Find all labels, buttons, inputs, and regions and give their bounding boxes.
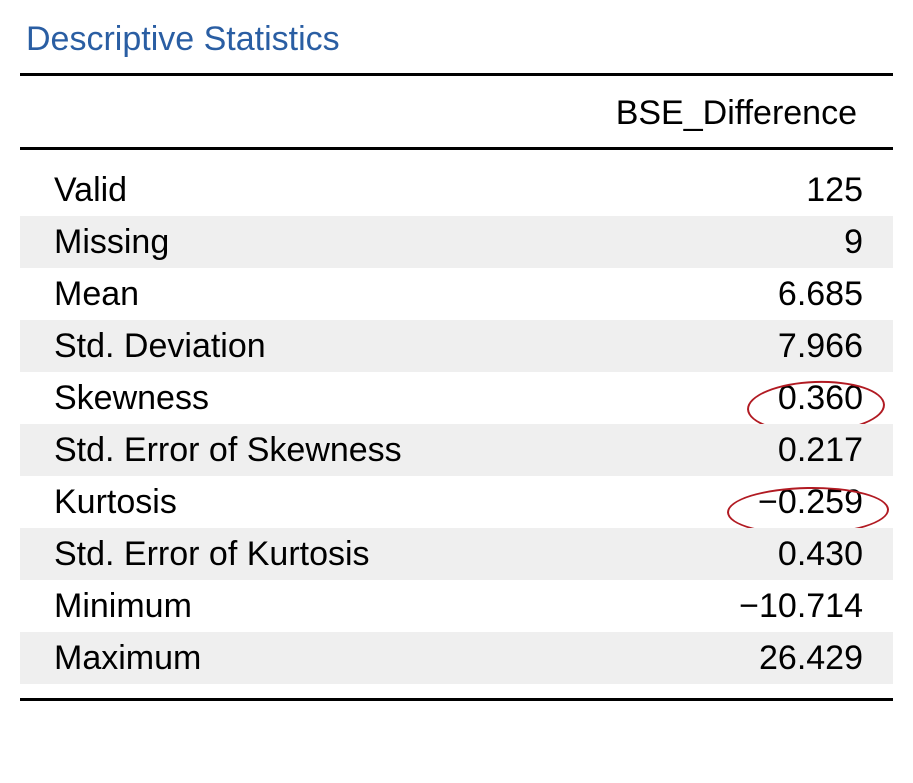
row-se-kurtosis: Std. Error of Kurtosis 0.430 xyxy=(20,528,893,580)
stat-label: Missing xyxy=(20,223,523,262)
stat-label: Valid xyxy=(20,171,523,210)
stat-value: 9 xyxy=(523,223,893,262)
stat-value: 6.685 xyxy=(523,275,893,314)
row-valid: Valid 125 xyxy=(20,164,893,216)
stat-label: Maximum xyxy=(20,639,523,678)
descriptives-table: BSE_Difference Valid 125 Missing 9 Mean … xyxy=(20,73,893,701)
data-body: Valid 125 Missing 9 Mean 6.685 Std. Devi… xyxy=(20,150,893,701)
stat-value: 0.360 xyxy=(523,379,893,418)
row-std-deviation: Std. Deviation 7.966 xyxy=(20,320,893,372)
row-maximum: Maximum 26.429 xyxy=(20,632,893,684)
stat-value: −10.714 xyxy=(523,587,893,626)
stat-label: Std. Deviation xyxy=(20,327,523,366)
row-se-skewness: Std. Error of Skewness 0.217 xyxy=(20,424,893,476)
stat-label: Minimum xyxy=(20,587,523,626)
column-header: BSE_Difference xyxy=(517,94,887,133)
stat-value: 7.966 xyxy=(523,327,893,366)
stat-value-text: −0.259 xyxy=(758,483,863,521)
stat-label: Skewness xyxy=(20,379,523,418)
stat-value-text: 0.360 xyxy=(778,379,863,417)
stat-label: Kurtosis xyxy=(20,483,523,522)
stat-label: Std. Error of Kurtosis xyxy=(20,535,523,574)
stat-value: 26.429 xyxy=(523,639,893,678)
row-missing: Missing 9 xyxy=(20,216,893,268)
stat-label: Mean xyxy=(20,275,523,314)
stat-value: −0.259 xyxy=(523,483,893,522)
header-blank xyxy=(26,94,517,133)
row-minimum: Minimum −10.714 xyxy=(20,580,893,632)
stat-label: Std. Error of Skewness xyxy=(20,431,523,470)
stat-value: 0.430 xyxy=(523,535,893,574)
row-kurtosis: Kurtosis −0.259 xyxy=(20,476,893,528)
column-header-row: BSE_Difference xyxy=(20,76,893,150)
table-title: Descriptive Statistics xyxy=(20,20,893,59)
stat-value: 125 xyxy=(523,171,893,210)
stat-value: 0.217 xyxy=(523,431,893,470)
row-skewness: Skewness 0.360 xyxy=(20,372,893,424)
row-mean: Mean 6.685 xyxy=(20,268,893,320)
